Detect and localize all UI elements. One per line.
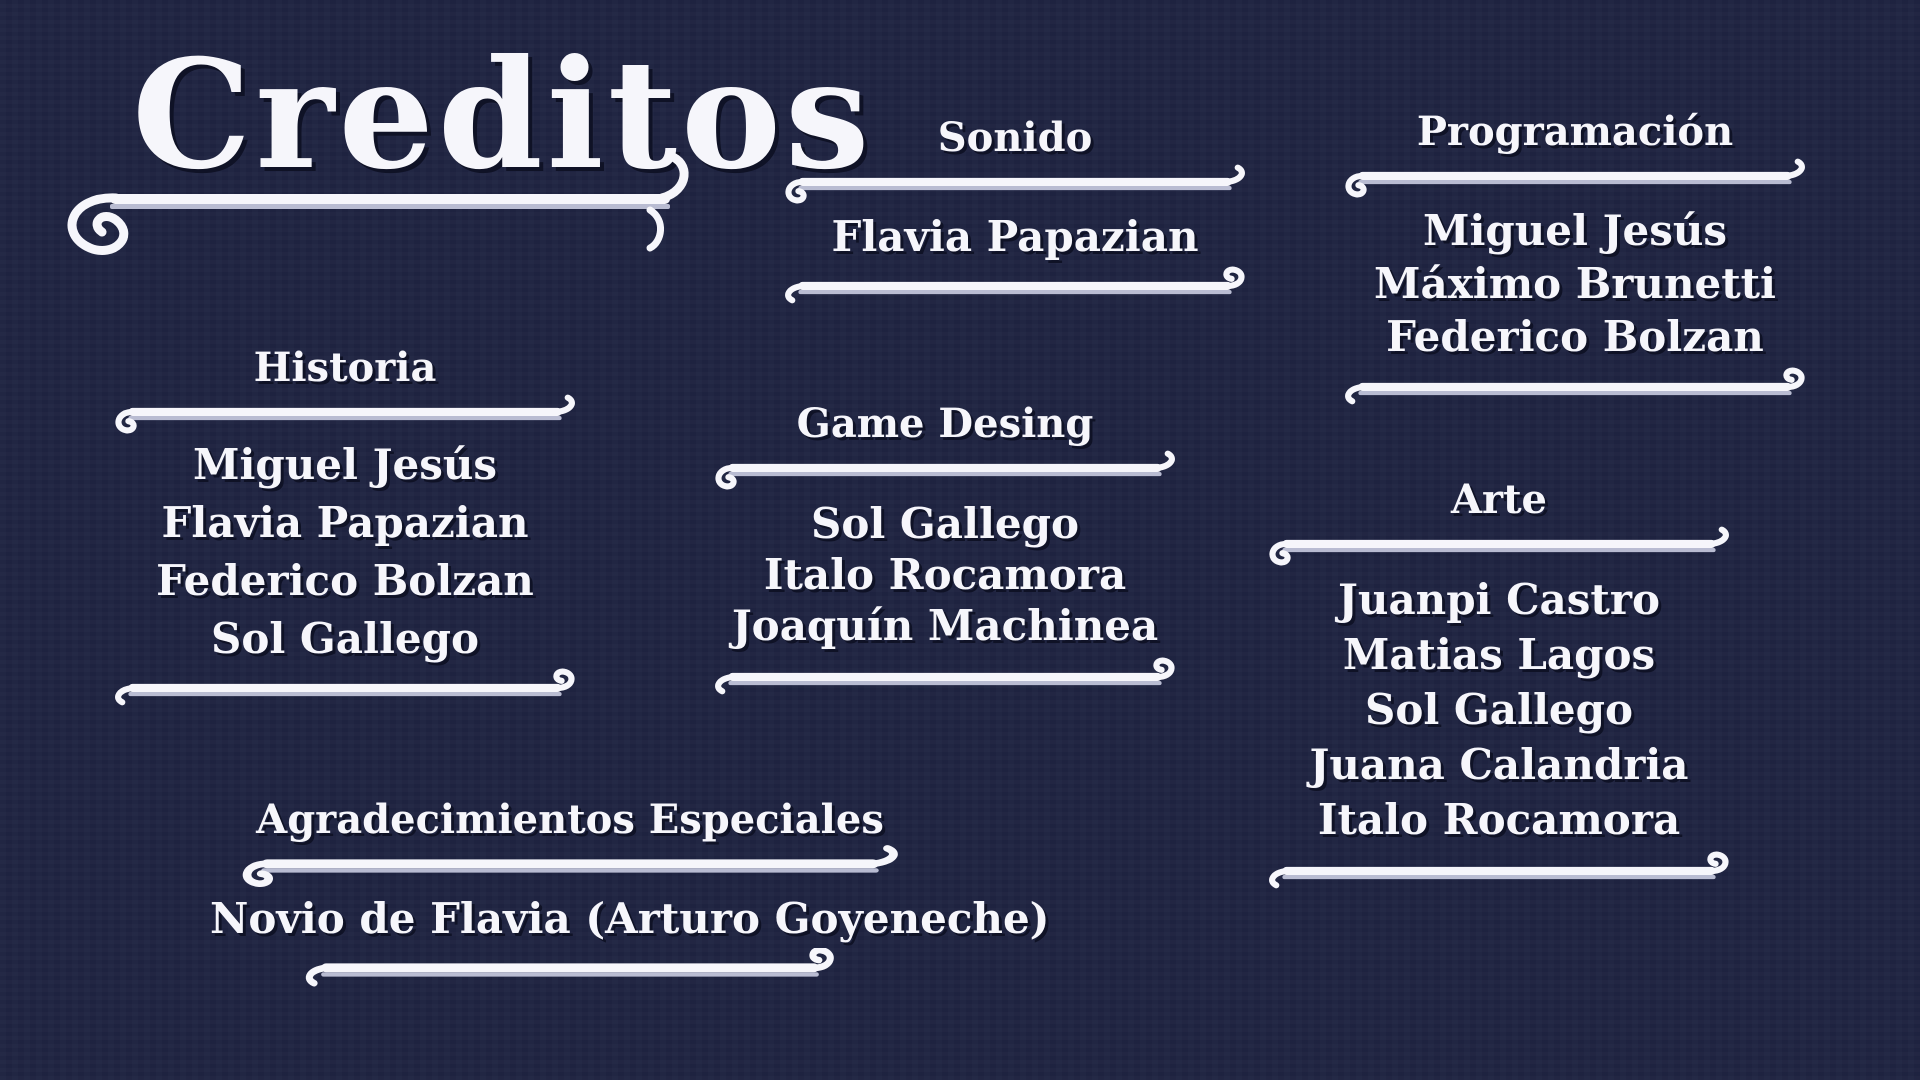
ornament-divider (1340, 367, 1810, 411)
title-flourish-ornament (67, 151, 689, 255)
section-arte: Arte Juanpi Castro Matias Lagos Sol Gall… (1264, 476, 1734, 895)
credit-name: Máximo Brunetti (1374, 259, 1776, 308)
names-list-game-desing: Sol Gallego Italo Rocamora Joaquín Machi… (710, 498, 1180, 651)
credits-screen: Creditos Sonido Flavia Papazian Programa… (0, 0, 1920, 1080)
names-list-historia: Miguel Jesús Flavia Papazian Federico Bo… (110, 436, 580, 668)
section-heading-agradecimientos: Agradecimientos Especiales (256, 796, 884, 843)
section-programacion: Programación Miguel Jesús Máximo Brunett… (1340, 108, 1810, 411)
section-historia: Historia Miguel Jesús Flavia Papazian Fe… (110, 344, 580, 712)
credit-name: Federico Bolzan (1386, 312, 1764, 361)
section-heading-arte: Arte (1450, 476, 1548, 523)
credit-name: Matias Lagos (1342, 630, 1656, 679)
credit-name: Miguel Jesús (1422, 206, 1728, 255)
ornament-divider (710, 657, 1180, 701)
ornament-divider (110, 392, 580, 436)
ornament-divider (1264, 851, 1734, 895)
names-list-programacion: Miguel Jesús Máximo Brunetti Federico Bo… (1340, 204, 1810, 363)
ornament-divider (780, 266, 1250, 310)
credit-name: Italo Rocamora (763, 550, 1127, 599)
section-heading-game-desing: Game Desing (796, 400, 1094, 447)
credit-name: Novio de Flavia (Arturo Goyeneche) (210, 894, 1050, 943)
ornament-divider (110, 668, 580, 712)
credit-name: Sol Gallego (210, 614, 480, 663)
credit-name: Sol Gallego (1364, 685, 1634, 734)
credit-name: Flavia Papazian (831, 212, 1199, 261)
section-heading-historia: Historia (253, 344, 437, 391)
credit-name: Italo Rocamora (1317, 795, 1681, 844)
credit-name: Federico Bolzan (156, 556, 534, 605)
names-list-sonido: Flavia Papazian (780, 208, 1250, 266)
credit-name: Flavia Papazian (161, 498, 529, 547)
credit-name: Sol Gallego (810, 499, 1080, 548)
names-list-agradecimientos: Novio de Flavia (Arturo Goyeneche) (210, 890, 1050, 948)
credit-name: Joaquín Machinea (731, 601, 1159, 650)
ornament-divider (1264, 524, 1734, 568)
section-heading-programacion: Programación (1416, 108, 1734, 155)
ornament-divider (235, 844, 930, 888)
section-sonido: Sonido Flavia Papazian (780, 114, 1250, 310)
credit-name: Miguel Jesús (192, 440, 498, 489)
section-heading-sonido: Sonido (937, 114, 1093, 161)
ornament-divider (710, 448, 1180, 492)
section-game-desing: Game Desing Sol Gallego Italo Rocamora J… (710, 400, 1180, 701)
credit-name: Juana Calandria (1309, 740, 1689, 789)
names-list-arte: Juanpi Castro Matias Lagos Sol Gallego J… (1264, 572, 1734, 847)
credit-name: Juanpi Castro (1338, 575, 1660, 624)
section-agradecimientos-especiales: Agradecimientos Especiales Novio de Flav… (210, 796, 1050, 992)
ornament-divider (300, 948, 930, 992)
ornament-divider (780, 162, 1250, 206)
ornament-divider (1340, 156, 1810, 200)
